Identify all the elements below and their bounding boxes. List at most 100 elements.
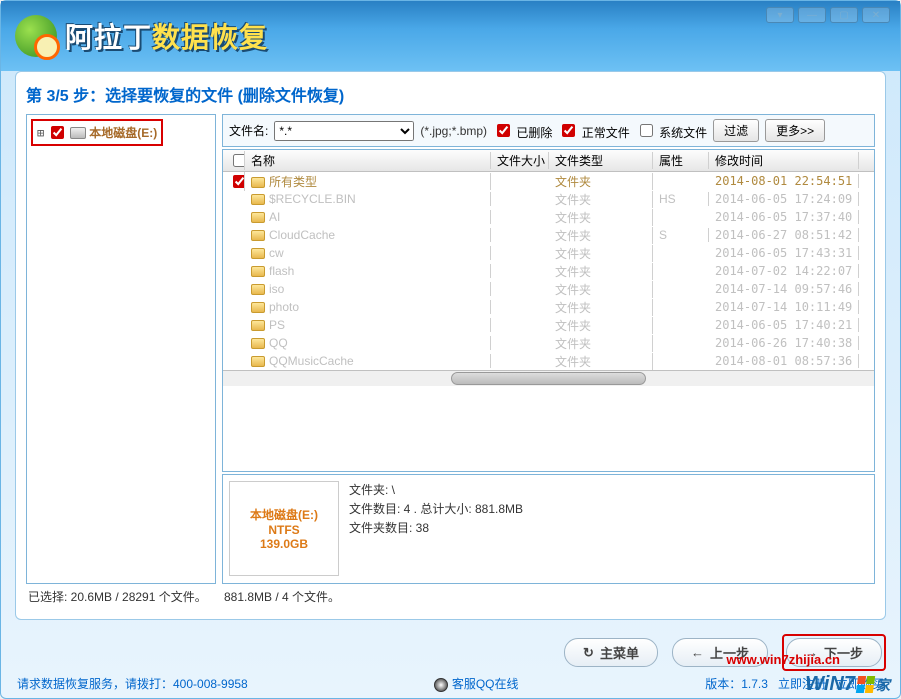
row-mtime: 2014-06-27 08:51:42 <box>709 228 859 242</box>
row-type: 文件夹 <box>549 191 653 208</box>
scrollbar-thumb[interactable] <box>451 372 646 385</box>
file-table[interactable]: 名称 文件大小 文件类型 属性 修改时间 所有类型文件夹2014-08-01 2… <box>222 149 875 472</box>
summary-text: 文件夹: \ 文件数目: 4 . 总计大小: 881.8MB 文件夹数目: 38 <box>349 481 523 577</box>
system-filter[interactable]: 系统文件 <box>636 121 707 141</box>
normal-checkbox[interactable] <box>562 124 575 137</box>
app-title-prefix: 阿拉丁 <box>65 22 152 53</box>
main-layout: ⊞ 本地磁盘(E:) 已选择: 20.6MB / 28291 个文件。 文件名:… <box>26 114 875 609</box>
next-button[interactable]: → 下一步 <box>786 638 882 667</box>
refresh-icon: ↻ <box>583 645 594 661</box>
qq-label: 客服QQ在线 <box>452 677 519 691</box>
row-attr: S <box>653 228 709 242</box>
right-pane: 文件名: *.* (*.jpg;*.bmp) 已删除 正常文件 系统文件 过滤 … <box>222 114 875 609</box>
row-mtime: 2014-07-14 10:11:49 <box>709 300 859 314</box>
filter-button[interactable]: 过滤 <box>713 119 759 142</box>
row-name: 所有类型 <box>245 173 491 190</box>
titlebar: 阿拉丁数据恢复 ▾ — ▢ ✕ <box>1 1 900 71</box>
qq-link[interactable]: 客服QQ在线 <box>434 675 518 692</box>
main-menu-button[interactable]: ↻ 主菜单 <box>564 638 658 667</box>
close-button[interactable]: ✕ <box>862 7 890 23</box>
right-status: 881.8MB / 4 个文件。 <box>222 584 875 609</box>
folder-icon <box>251 356 265 367</box>
summary-line3: 文件夹数目: 38 <box>349 519 523 538</box>
folder-icon <box>251 320 265 331</box>
folder-icon <box>251 284 265 295</box>
row-name: QQMusicCache <box>245 354 491 368</box>
win7-logo: WiN7 家 <box>805 673 890 696</box>
row-type: 文件夹 <box>549 299 653 316</box>
disk-fs: NTFS <box>268 523 299 537</box>
folder-icon <box>251 248 265 259</box>
col-size[interactable]: 文件大小 <box>491 152 549 169</box>
table-row[interactable]: PS文件夹2014-06-05 17:40:21 <box>223 316 874 334</box>
horizontal-scrollbar[interactable] <box>223 370 874 386</box>
col-mtime[interactable]: 修改时间 <box>709 152 859 169</box>
row-mtime: 2014-06-26 17:40:38 <box>709 336 859 350</box>
prev-label: 上一步 <box>710 643 749 662</box>
table-row[interactable]: CloudCache文件夹S2014-06-27 08:51:42 <box>223 226 874 244</box>
select-all-checkbox[interactable] <box>233 154 245 167</box>
table-row[interactable]: iso文件夹2014-07-14 09:57:46 <box>223 280 874 298</box>
more-button[interactable]: 更多>> <box>765 119 825 142</box>
logo-area: 阿拉丁数据恢复 <box>15 15 268 57</box>
deleted-filter[interactable]: 已删除 <box>493 121 552 141</box>
system-checkbox[interactable] <box>640 124 653 137</box>
table-row[interactable]: 所有类型 文件夹 2014-08-01 22:54:51 <box>223 172 874 190</box>
row-mtime: 2014-06-05 17:40:21 <box>709 318 859 332</box>
jia-text: 家 <box>876 675 890 695</box>
row-type: 文件夹 <box>549 209 653 226</box>
dropdown-button[interactable]: ▾ <box>766 7 794 23</box>
qq-icon <box>434 678 448 692</box>
prev-button[interactable]: ← 上一步 <box>672 638 768 667</box>
table-row[interactable]: cw文件夹2014-06-05 17:43:31 <box>223 244 874 262</box>
col-check[interactable] <box>223 151 245 170</box>
maximize-button[interactable]: ▢ <box>830 7 858 23</box>
row-mtime: 2014-06-05 17:24:09 <box>709 192 859 206</box>
row-checkbox[interactable] <box>233 175 245 188</box>
row-name: photo <box>245 300 491 314</box>
table-row[interactable]: flash文件夹2014-07-02 14:22:07 <box>223 262 874 280</box>
table-header: 名称 文件大小 文件类型 属性 修改时间 <box>223 150 874 172</box>
tree-checkbox[interactable] <box>51 126 64 139</box>
table-row[interactable]: QQMusicCache文件夹2014-08-01 08:57:36 <box>223 352 874 370</box>
tree-view[interactable]: ⊞ 本地磁盘(E:) <box>26 114 216 584</box>
left-pane: ⊞ 本地磁盘(E:) 已选择: 20.6MB / 28291 个文件。 <box>26 114 216 609</box>
pattern-select[interactable]: *.* <box>274 121 414 141</box>
table-row[interactable]: QQ文件夹2014-06-26 17:40:38 <box>223 334 874 352</box>
summary-panel: 本地磁盘(E:) NTFS 139.0GB 文件夹: \ 文件数目: 4 . 总… <box>222 474 875 584</box>
help-phone: 请求数据恢复服务，请拨打：400-008-9958 <box>17 675 248 692</box>
row-type: 文件夹 <box>549 281 653 298</box>
pattern-hint: (*.jpg;*.bmp) <box>420 124 487 138</box>
expand-icon[interactable]: ⊞ <box>37 126 44 140</box>
app-logo-icon <box>15 15 57 57</box>
minimize-button[interactable]: — <box>798 7 826 23</box>
normal-filter[interactable]: 正常文件 <box>558 121 629 141</box>
table-row[interactable]: photo 文件夹 2014-07-14 10:11:49 <box>223 298 874 316</box>
footer: 请求数据恢复服务，请拨打：400-008-9958 客服QQ在线 版本：1.7.… <box>1 673 900 698</box>
folder-icon <box>251 266 265 277</box>
table-row[interactable]: AI文件夹2014-06-05 17:37:40 <box>223 208 874 226</box>
col-name[interactable]: 名称 <box>245 152 491 169</box>
folder-icon <box>251 212 265 223</box>
tree-item-disk-e[interactable]: ⊞ 本地磁盘(E:) <box>31 119 163 146</box>
row-name: cw <box>245 246 491 260</box>
row-mtime: 2014-07-14 09:57:46 <box>709 282 859 296</box>
next-label: 下一步 <box>824 643 863 662</box>
row-type: 文件夹 <box>549 353 653 370</box>
table-row[interactable]: $RECYCLE.BIN文件夹HS2014-06-05 17:24:09 <box>223 190 874 208</box>
arrow-left-icon: ← <box>691 645 704 660</box>
folder-icon <box>251 230 265 241</box>
deleted-checkbox[interactable] <box>497 124 510 137</box>
nav-row: ↻ 主菜单 ← 上一步 → 下一步 www.win7zhijia.cn <box>1 628 900 673</box>
win7-text: WiN7 <box>805 673 855 696</box>
window-controls: ▾ — ▢ ✕ <box>766 7 890 23</box>
row-name: AI <box>245 210 491 224</box>
col-type[interactable]: 文件类型 <box>549 152 653 169</box>
col-attr[interactable]: 属性 <box>653 152 709 169</box>
row-name: CloudCache <box>245 228 491 242</box>
version-value: 1.7.3 <box>741 677 768 691</box>
next-highlight: → 下一步 <box>782 634 886 671</box>
row-mtime: 2014-08-01 22:54:51 <box>709 174 859 188</box>
row-type: 文件夹 <box>549 245 653 262</box>
row-type: 文件夹 <box>549 173 653 190</box>
